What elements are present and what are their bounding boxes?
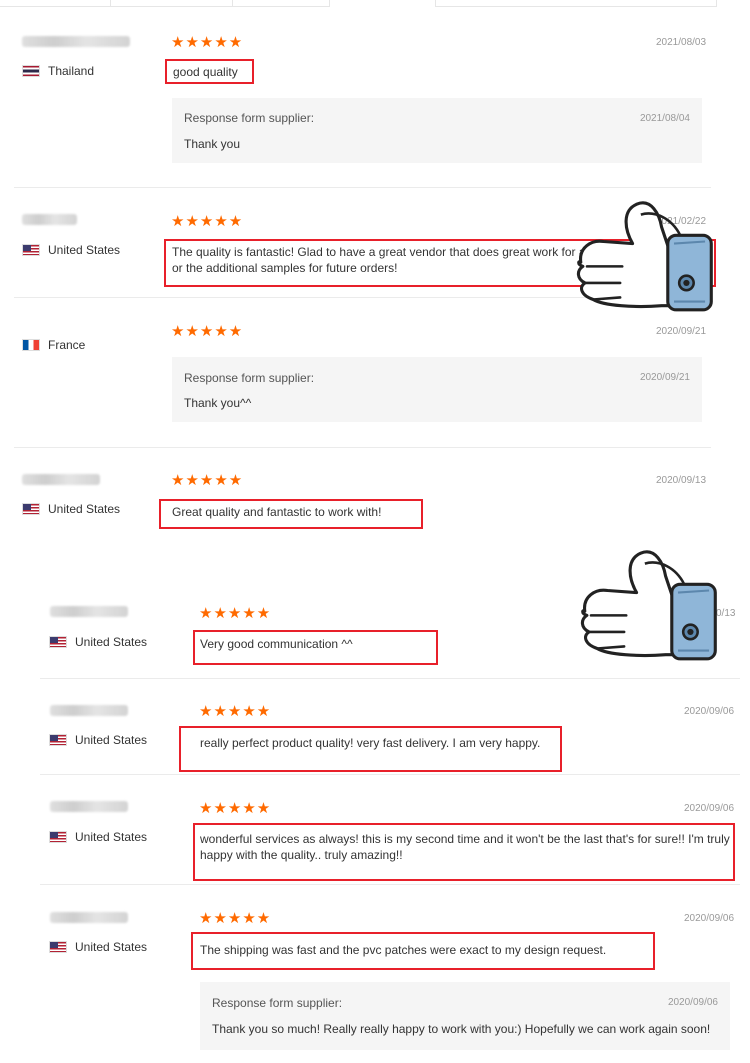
response-date: 2020/09/21: [639, 372, 690, 383]
response-text: Thank you^^: [184, 396, 252, 410]
thailand-flag-icon: [22, 65, 40, 77]
star-rating: ★★★★★: [199, 605, 272, 622]
reviewer-country: United States: [49, 830, 147, 844]
country-label: United States: [48, 502, 121, 516]
country-label: United States: [75, 635, 148, 649]
review-date: 2020/09/06: [684, 803, 735, 814]
reviewer-name-blurred: [50, 606, 128, 617]
star-rating: ★★★★★: [171, 34, 244, 51]
reviews-panel-bottom: United States ★★★★★ 0/13 Very good commu…: [28, 545, 750, 1063]
us-flag-icon: [49, 831, 67, 843]
country-label: Thailand: [48, 64, 95, 78]
highlight-box: [179, 726, 562, 772]
reviewer-name-blurred: [50, 912, 128, 923]
response-heading: Response form supplier:: [184, 371, 315, 385]
highlight-box: [193, 823, 735, 881]
supplier-response: Response form supplier: 2020/09/06 Thank…: [200, 982, 730, 1050]
reviewer-name-blurred: [50, 801, 128, 812]
highlight-box: [159, 499, 423, 529]
response-heading: Response form supplier:: [184, 111, 315, 125]
reviewer-name-blurred: [22, 36, 130, 47]
us-flag-icon: [49, 941, 67, 953]
review-date: 2020/09/06: [684, 913, 735, 924]
reviewer-country: United States: [49, 940, 147, 954]
review-date: 2020/09/13: [656, 475, 707, 486]
reviewer-country: United States: [22, 243, 120, 257]
reviewer-name-blurred: [50, 705, 128, 716]
reviewer-name-blurred: [22, 214, 77, 225]
review-item: United States ★★★★★ 2020/09/06 The shipp…: [28, 885, 750, 1063]
thumbs-up-icon: [576, 201, 713, 312]
reviews-panel-top: Thailand ★★★★★ 2021/08/03 good quality R…: [0, 0, 717, 545]
highlight-box: [193, 630, 438, 665]
country-label: United States: [48, 243, 121, 257]
review-item: United States ★★★★★ 2020/09/13 Great qua…: [0, 448, 715, 545]
us-flag-icon: [49, 636, 67, 648]
us-flag-icon: [49, 734, 67, 746]
country-label: United States: [75, 733, 148, 747]
star-rating: ★★★★★: [199, 910, 272, 927]
review-date: 2021/08/03: [656, 37, 707, 48]
star-rating: ★★★★★: [171, 323, 244, 340]
supplier-response: Response form supplier: 2021/08/04 Thank…: [172, 98, 702, 163]
star-rating: ★★★★★: [171, 213, 244, 230]
review-date: 2020/09/21: [656, 326, 707, 337]
country-label: France: [48, 338, 86, 352]
us-flag-icon: [22, 244, 40, 256]
france-flag-icon: [22, 339, 40, 351]
star-rating: ★★★★★: [171, 472, 244, 489]
response-text: Thank you: [184, 137, 241, 151]
review-item: Thailand ★★★★★ 2021/08/03 good quality R…: [0, 0, 715, 188]
review-item: United States ★★★★★ 2020/09/06 wonderful…: [28, 775, 750, 885]
country-label: United States: [75, 830, 148, 844]
review-item: France ★★★★★ 2020/09/21 Response form su…: [0, 298, 715, 448]
thumbs-up-icon: [580, 550, 717, 661]
highlight-box: [191, 932, 655, 970]
star-rating: ★★★★★: [199, 800, 272, 817]
reviewer-name-blurred: [22, 474, 100, 485]
response-text: Thank you so much! Really really happy t…: [212, 1022, 711, 1036]
reviewer-country: United States: [49, 733, 147, 747]
highlight-box: [165, 59, 254, 84]
response-date: 2021/08/04: [639, 113, 690, 124]
response-date: 2020/09/06: [667, 997, 718, 1008]
country-label: United States: [75, 940, 148, 954]
star-rating: ★★★★★: [199, 703, 272, 720]
review-date: 2020/09/06: [684, 706, 735, 717]
reviewer-country: United States: [22, 502, 120, 516]
review-item: United States ★★★★★ 2020/09/06 really pe…: [28, 679, 750, 775]
us-flag-icon: [22, 503, 40, 515]
supplier-response: Response form supplier: 2020/09/21 Thank…: [172, 357, 702, 422]
response-heading: Response form supplier:: [212, 996, 343, 1010]
reviewer-country: Thailand: [22, 64, 94, 78]
reviewer-country: United States: [49, 635, 147, 649]
reviewer-country: France: [22, 338, 85, 352]
